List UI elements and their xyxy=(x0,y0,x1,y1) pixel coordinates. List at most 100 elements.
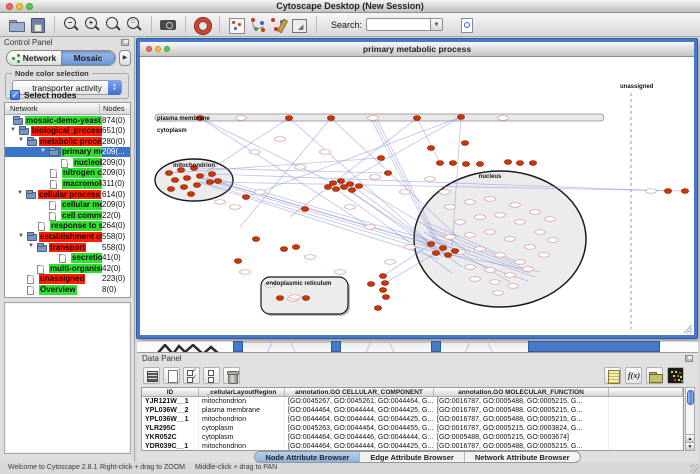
tree-row[interactable]: ▼primary metabo209(... xyxy=(5,147,130,158)
background-window-preview[interactable] xyxy=(243,341,331,352)
table-row[interactable]: YKR052Ccytoplasm[GO:0044464, GO:0044446,… xyxy=(142,433,683,442)
table-cell[interactable]: mitochondrion xyxy=(199,415,285,424)
search-dropdown-arrow-icon[interactable]: ▼ xyxy=(430,18,443,31)
graph-node[interactable] xyxy=(427,242,434,247)
select-attrs-icon[interactable] xyxy=(183,367,200,384)
advanced-search-icon[interactable] xyxy=(457,16,476,34)
tree-row[interactable]: secretion41(0) xyxy=(5,253,130,264)
table-cell[interactable]: YDR039C__1 xyxy=(142,442,199,451)
tree-row[interactable]: Overview8(0) xyxy=(5,285,130,296)
graph-node[interactable] xyxy=(462,162,469,167)
table-row[interactable]: YLR295Ccytoplasm[GO:0045263, GO:0044464,… xyxy=(142,424,683,433)
tree-row[interactable]: mosaic-demo-yeast874(0) xyxy=(5,115,130,126)
graph-node[interactable] xyxy=(516,161,523,166)
graph-node[interactable] xyxy=(276,296,283,301)
graph-node[interactable] xyxy=(171,178,178,183)
graph-node[interactable] xyxy=(327,116,334,121)
graph-node[interactable] xyxy=(457,115,464,120)
graph-node[interactable] xyxy=(242,195,249,200)
graph-node[interactable] xyxy=(324,185,331,190)
tab-node-attribute-browser[interactable]: Node Attribute Browser xyxy=(255,452,360,462)
graph-node[interactable] xyxy=(280,247,287,252)
tree-row[interactable]: cell communicat22(0) xyxy=(5,210,130,221)
graph-node[interactable] xyxy=(193,183,200,188)
graph-node[interactable] xyxy=(302,296,309,301)
expand-triangle-icon[interactable]: ▼ xyxy=(18,233,24,239)
graph-node[interactable] xyxy=(340,185,347,190)
graph-node[interactable] xyxy=(427,146,434,151)
graph-node[interactable] xyxy=(413,116,420,121)
notepad-icon[interactable] xyxy=(604,367,621,384)
help-ring-icon[interactable] xyxy=(193,16,212,34)
tree-row[interactable]: nucleobase-209(0) xyxy=(5,157,130,168)
graph-node[interactable] xyxy=(180,185,187,190)
save-icon[interactable] xyxy=(28,16,47,34)
table-cell[interactable]: [GO:0044464, GO:0044444, GO:0044425, G..… xyxy=(285,415,434,424)
graph-node[interactable] xyxy=(436,161,443,166)
table-cell[interactable]: cytoplasm xyxy=(199,424,285,433)
graph-node[interactable] xyxy=(451,249,458,254)
zoom-in-icon[interactable] xyxy=(83,16,102,34)
tab-network-attribute-browser[interactable]: Network Attribute Browser xyxy=(465,452,580,462)
table-row[interactable]: YPL036W__2plasma membrane[GO:0044464, GO… xyxy=(142,406,683,415)
tree-row[interactable]: ▼transport558(0) xyxy=(5,242,130,253)
tree-row[interactable]: nitrogen compo209(0) xyxy=(5,168,130,179)
graph-node[interactable] xyxy=(167,187,174,192)
network-canvas[interactable]: plasma membranecytoplasmmitochondrionnuc… xyxy=(140,57,694,335)
table-cell[interactable]: YKR052C xyxy=(142,433,199,442)
tree-row[interactable]: ▼establishment of lo558(0) xyxy=(5,232,130,243)
more-tabs-arrow-button[interactable]: ▶ xyxy=(119,50,131,66)
table-cell[interactable]: cytoplasm xyxy=(199,433,285,442)
graph-node[interactable] xyxy=(165,171,172,176)
table-scrollbar-thumb[interactable] xyxy=(687,390,694,405)
column-header[interactable]: ID xyxy=(142,388,199,396)
background-window-edge[interactable] xyxy=(431,341,441,352)
background-window-preview[interactable] xyxy=(341,341,431,352)
table-cell[interactable]: [GO:0044464, GO:0044444, GO:0044425, G..… xyxy=(285,442,434,451)
graph-node[interactable] xyxy=(183,176,190,181)
colored-nodes-edit-icon[interactable] xyxy=(269,16,288,34)
network-overview-navigator[interactable] xyxy=(4,302,131,454)
open-icon[interactable] xyxy=(7,16,26,34)
table-cell[interactable]: [GO:0045263, GO:0044464, GO:0044455, G..… xyxy=(285,424,434,433)
scroll-down-icon[interactable]: ▼ xyxy=(686,442,694,450)
matrix-icon[interactable] xyxy=(667,367,684,384)
table-cell[interactable]: [GO:0016787, GO:0005488, GO:0005215, G..… xyxy=(434,397,609,406)
graph-node[interactable] xyxy=(529,161,536,166)
graph-node[interactable] xyxy=(449,161,456,166)
table-row[interactable]: YJR121W__1mitochondrion[GO:0045267, GO:0… xyxy=(142,397,683,406)
resize-grip-icon[interactable] xyxy=(690,464,699,473)
tree-row[interactable]: multi-organism pro42(0) xyxy=(5,263,130,274)
table-cell[interactable]: [GO:0016787, GO:0005488, GO:0005215, G..… xyxy=(434,406,609,415)
graph-node[interactable] xyxy=(382,295,389,300)
expand-triangle-icon[interactable]: ▼ xyxy=(17,190,23,196)
tab-edge-attribute-browser[interactable]: Edge Attribute Browser xyxy=(360,452,464,462)
column-header[interactable]: annotation.GO CELLULAR_COMPONENT xyxy=(285,388,434,396)
expand-triangle-icon[interactable]: ▼ xyxy=(10,127,16,133)
graph-node[interactable] xyxy=(355,184,362,189)
background-window-preview[interactable] xyxy=(441,341,528,352)
graph-node[interactable] xyxy=(285,116,292,121)
search-input[interactable] xyxy=(366,18,430,31)
expand-triangle-icon[interactable]: ▼ xyxy=(40,148,46,154)
tree-row[interactable]: response to stimul264(0) xyxy=(5,221,130,232)
import-folder-icon[interactable] xyxy=(646,367,663,384)
graph-node[interactable] xyxy=(374,306,381,311)
graph-node[interactable] xyxy=(432,251,439,256)
select-nodes-checkbox[interactable]: ✓ xyxy=(10,90,20,100)
graph-node[interactable] xyxy=(252,237,259,242)
graph-node[interactable] xyxy=(681,189,688,194)
table-cell[interactable]: [GO:0044464, GO:0044444, GO:0044425, G..… xyxy=(285,406,434,415)
delete-icon[interactable] xyxy=(223,367,240,384)
table-cell[interactable]: YJR121W__1 xyxy=(142,397,199,406)
tree-row[interactable]: unassigned223(0) xyxy=(5,274,130,285)
table-cell[interactable]: [GO:0016787, GO:0005488, GO:0005215, G..… xyxy=(434,442,609,451)
table-cell[interactable]: YPL036W__2 xyxy=(142,406,199,415)
graph-node[interactable] xyxy=(187,192,194,197)
formula-icon[interactable] xyxy=(625,367,642,384)
tree-row[interactable]: ▼cellular process614(0) xyxy=(5,189,130,200)
graph-node[interactable] xyxy=(332,187,339,192)
graph-node[interactable] xyxy=(196,174,203,179)
table-cell[interactable]: YLR295C xyxy=(142,424,199,433)
table-row[interactable]: YDR039C__1mitochondrion[GO:0044464, GO:0… xyxy=(142,442,683,451)
